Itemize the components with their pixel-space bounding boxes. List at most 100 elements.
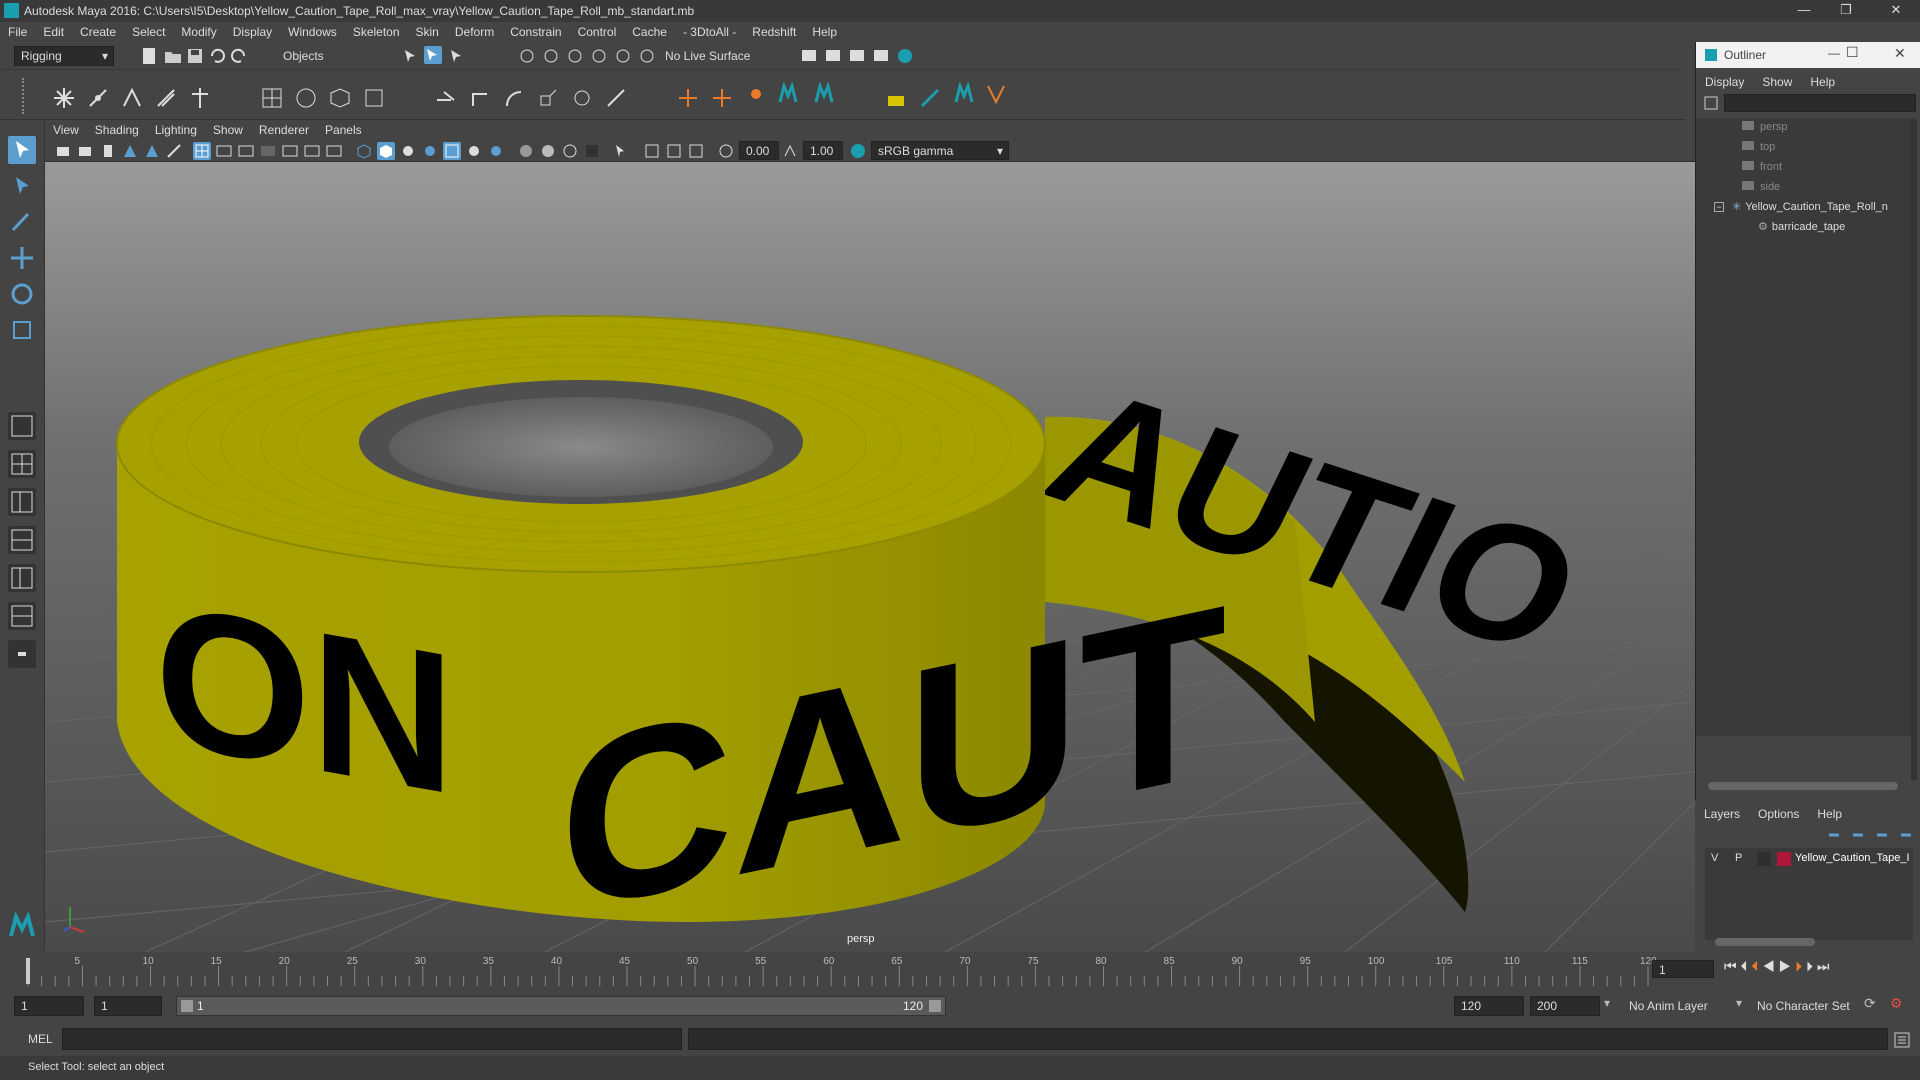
anti-aliasing-icon[interactable] xyxy=(539,142,557,160)
snap-grid-icon[interactable] xyxy=(518,47,536,65)
outliner-item-barricade-tape[interactable]: ⚙ barricade_tape xyxy=(1758,218,1845,236)
vp-menu-shading[interactable]: Shading xyxy=(87,120,147,140)
menu-constrain[interactable]: Constrain xyxy=(502,22,569,42)
save-scene-icon[interactable] xyxy=(186,47,204,65)
outliner-search-input[interactable] xyxy=(1724,94,1916,112)
menu-set-dropdown[interactable]: Rigging ▾ xyxy=(14,46,114,66)
custom-layout-icon[interactable] xyxy=(8,640,36,668)
select-tool-icon[interactable] xyxy=(8,136,36,164)
paint-weights-icon[interactable] xyxy=(294,86,318,110)
preferences-icon[interactable]: ⚙ xyxy=(1890,995,1903,1012)
xray-joints-icon[interactable] xyxy=(643,142,661,160)
lattice-icon[interactable] xyxy=(328,86,352,110)
outliner-item-tape-group[interactable]: − ✳ Yellow_Caution_Tape_Roll_n xyxy=(1714,198,1888,216)
layer-display-type[interactable] xyxy=(1757,852,1771,866)
menu-cache[interactable]: Cache xyxy=(624,22,675,42)
exposure-icon[interactable] xyxy=(717,142,735,160)
menu-control[interactable]: Control xyxy=(570,22,625,42)
gate-mask-icon[interactable] xyxy=(259,142,277,160)
chevron-down-icon[interactable]: ▾ xyxy=(1604,996,1610,1010)
command-language-toggle[interactable]: MEL xyxy=(28,1032,53,1046)
select-by-object-icon[interactable] xyxy=(424,46,442,64)
layer-row[interactable]: V P Yellow_Caution_Tape_I xyxy=(1705,850,1913,870)
field-chart-icon[interactable] xyxy=(281,142,299,160)
outliner-item-persp[interactable]: persp xyxy=(1742,118,1788,136)
single-perspective-layout-icon[interactable] xyxy=(8,412,36,440)
outliner-layout-icon[interactable] xyxy=(8,602,36,630)
wireframe-icon[interactable] xyxy=(355,142,373,160)
new-scene-icon[interactable] xyxy=(140,47,158,65)
outliner-minimize-button[interactable]: — xyxy=(1828,46,1840,60)
layer-buttons-icon[interactable] xyxy=(1825,828,1913,842)
hypershade-icon[interactable] xyxy=(896,47,914,65)
range-slider[interactable]: 1 120 xyxy=(176,996,946,1016)
bookmarks-icon[interactable] xyxy=(99,142,117,160)
ipr-render-icon[interactable] xyxy=(848,47,866,65)
outliner-item-top[interactable]: top xyxy=(1742,138,1775,156)
pivot-icon[interactable] xyxy=(710,86,734,110)
current-time-indicator[interactable] xyxy=(26,958,30,984)
snap-point-icon[interactable] xyxy=(566,47,584,65)
outliner-vertical-scrollbar[interactable] xyxy=(1911,120,1917,780)
select-camera-icon[interactable] xyxy=(55,142,73,160)
menu-deform[interactable]: Deform xyxy=(447,22,502,42)
view-transform-dropdown[interactable]: sRGB gamma ▾ xyxy=(871,141,1009,160)
persp-graph-layout-icon[interactable] xyxy=(8,526,36,554)
menu-3dtoall[interactable]: - 3DtoAll - xyxy=(675,22,744,42)
go-to-end-icon[interactable]: ⏭ xyxy=(1817,958,1830,974)
menu-modify[interactable]: Modify xyxy=(173,22,224,42)
open-scene-icon[interactable] xyxy=(164,47,182,65)
select-by-hierarchy-icon[interactable] xyxy=(402,47,420,65)
shelf-grip-icon[interactable] xyxy=(22,78,32,114)
cluster-icon[interactable] xyxy=(154,86,178,110)
ambient-occlusion-icon[interactable] xyxy=(487,142,505,160)
move-tool-icon[interactable] xyxy=(8,244,36,272)
image-plane-icon[interactable] xyxy=(121,142,139,160)
anim-layer-dropdown[interactable]: No Anim Layer xyxy=(1622,996,1740,1016)
aim-constraint-icon[interactable] xyxy=(570,86,594,110)
restore-button[interactable]: ❐ xyxy=(1826,0,1866,22)
menu-help[interactable]: Help xyxy=(804,22,845,42)
orient-constraint-icon[interactable] xyxy=(502,86,526,110)
outliner-menu-help[interactable]: Help xyxy=(1801,72,1844,92)
point-constraint-icon[interactable] xyxy=(468,86,492,110)
menu-file[interactable]: File xyxy=(0,22,35,42)
ik-handle-icon[interactable] xyxy=(86,86,110,110)
hud-icon[interactable] xyxy=(687,142,705,160)
persp-outliner-layout-icon[interactable] xyxy=(8,488,36,516)
make-live-icon[interactable] xyxy=(614,47,632,65)
playback-start-field[interactable]: 1 xyxy=(94,996,162,1016)
step-forward-frame-icon[interactable]: ⏵ xyxy=(1806,958,1813,974)
bake-icon[interactable] xyxy=(884,86,908,110)
render-view-icon[interactable] xyxy=(800,47,818,65)
menu-skeleton[interactable]: Skeleton xyxy=(345,22,408,42)
grease-pencil-icon[interactable] xyxy=(165,142,183,160)
auto-key-icon[interactable]: ⟳ xyxy=(1864,995,1876,1012)
minimize-button[interactable]: — xyxy=(1784,0,1824,22)
pole-vector-icon[interactable] xyxy=(604,86,628,110)
step-forward-key-icon[interactable]: ⏵ xyxy=(1795,958,1802,974)
select-by-component-icon[interactable] xyxy=(448,47,466,65)
two-d-pan-icon[interactable] xyxy=(143,142,161,160)
layers-menu-layers[interactable]: Layers xyxy=(1695,804,1749,824)
camera-attributes-icon[interactable] xyxy=(77,142,95,160)
menu-select[interactable]: Select xyxy=(124,22,173,42)
sets-icon[interactable] xyxy=(744,82,768,106)
paint-select-tool-icon[interactable] xyxy=(8,208,36,236)
menu-redshift[interactable]: Redshift xyxy=(744,22,804,42)
outliner-horizontal-scrollbar[interactable] xyxy=(1708,782,1898,790)
range-handle-start[interactable] xyxy=(181,1000,193,1012)
menu-create[interactable]: Create xyxy=(72,22,124,42)
locator-icon[interactable] xyxy=(676,86,700,110)
hik-character-icon[interactable] xyxy=(812,82,836,106)
shadows-icon[interactable] xyxy=(465,142,483,160)
gamma-field[interactable]: 1.00 xyxy=(803,141,843,160)
time-slider[interactable]: 1510152025303540455055606570758085909510… xyxy=(0,952,1920,990)
safe-title-icon[interactable] xyxy=(325,142,343,160)
safe-action-icon[interactable] xyxy=(303,142,321,160)
vp-menu-renderer[interactable]: Renderer xyxy=(251,120,317,140)
layers-menu-help[interactable]: Help xyxy=(1808,804,1851,824)
chevron-down-icon[interactable]: ▾ xyxy=(1736,996,1742,1010)
range-handle-end[interactable] xyxy=(929,1000,941,1012)
layer-color-swatch[interactable] xyxy=(1777,852,1791,866)
